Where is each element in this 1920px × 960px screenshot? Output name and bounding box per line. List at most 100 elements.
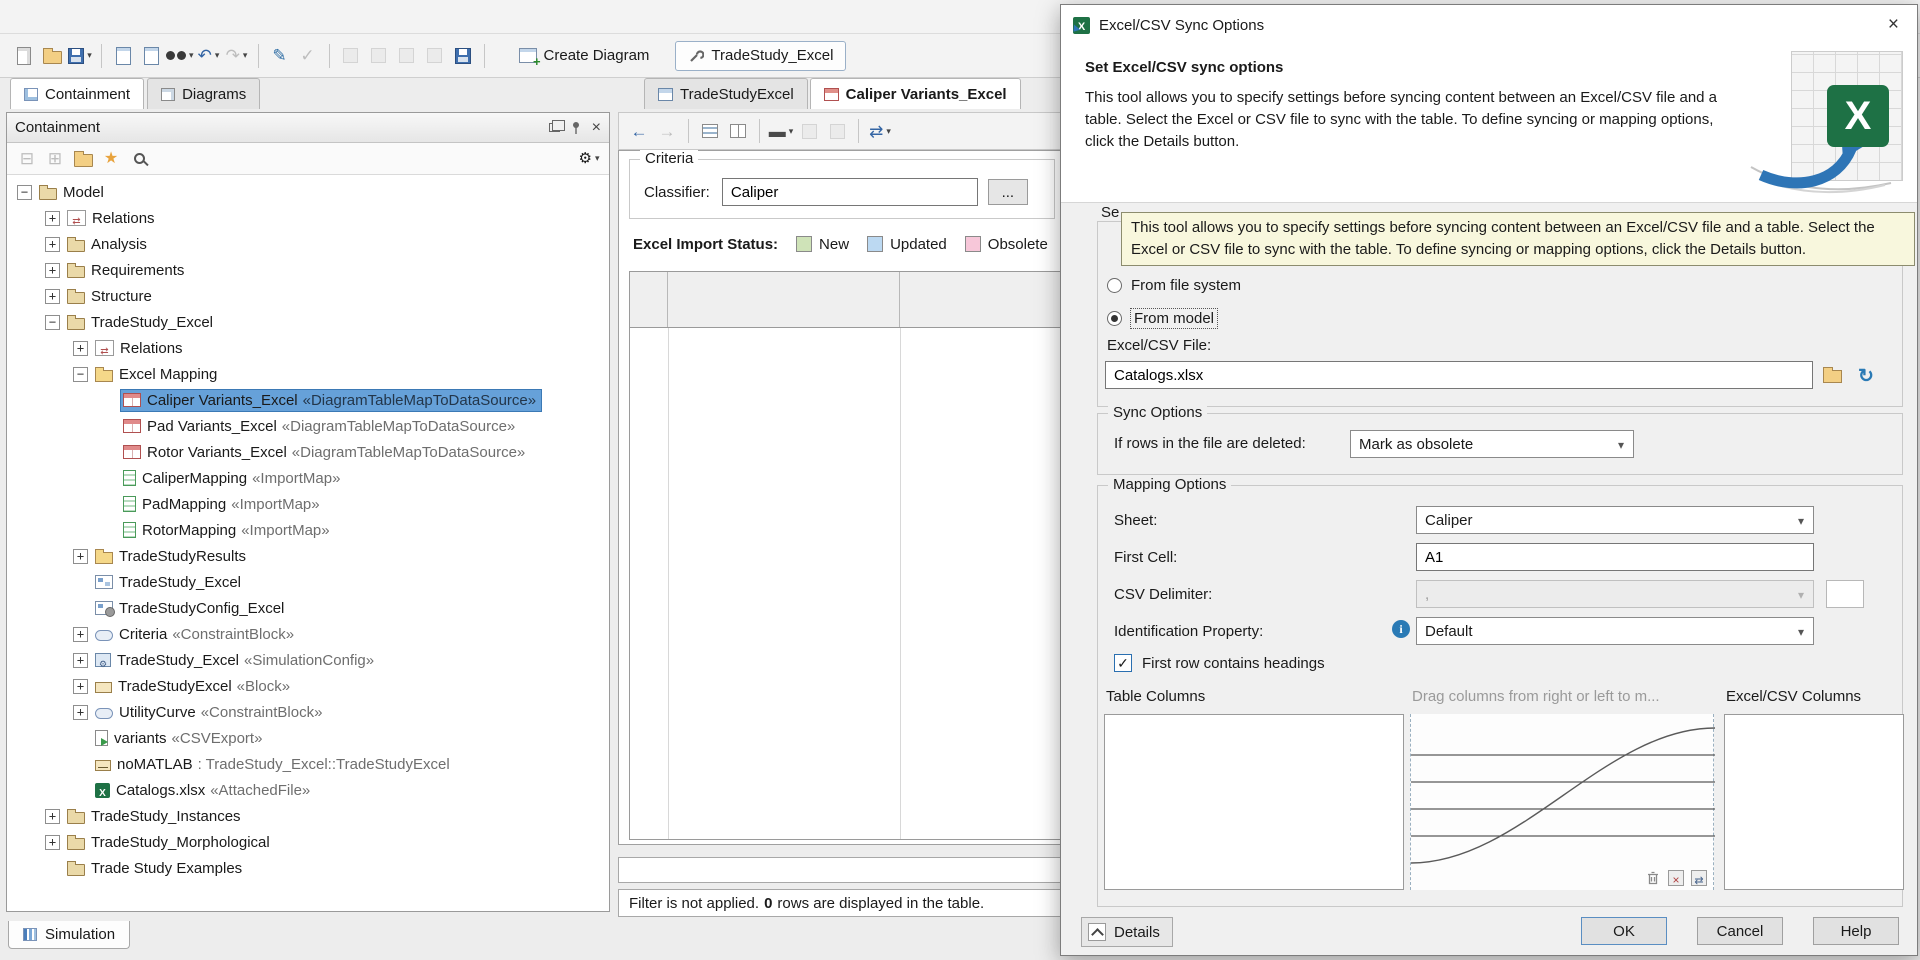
menu-options[interactable]: [144, 13, 170, 21]
tool-icon-1[interactable]: [338, 43, 364, 69]
tree-item[interactable]: Catalogs.xlsx «AttachedFile»: [7, 777, 609, 803]
expander-icon[interactable]: [45, 835, 60, 850]
cancel-button[interactable]: Cancel: [1697, 917, 1783, 945]
sync-table-icon[interactable]: ⇄: [867, 118, 893, 144]
new-project-icon[interactable]: [11, 43, 37, 69]
refresh-file-button[interactable]: [1853, 363, 1879, 389]
tree-item[interactable]: UtilityCurve «ConstraintBlock»: [7, 699, 609, 725]
close-panel-icon[interactable]: ×: [592, 120, 601, 136]
tree-item[interactable]: Pad Variants_Excel «DiagramTableMapToDat…: [7, 413, 609, 439]
tree-item[interactable]: PadMapping «ImportMap»: [7, 491, 609, 517]
tree-item[interactable]: variants «CSVExport»: [7, 725, 609, 751]
table-column-item[interactable]: [1105, 796, 1403, 823]
find-icon[interactable]: [166, 43, 194, 69]
save-all-icon[interactable]: [450, 43, 476, 69]
expander-icon[interactable]: [45, 289, 60, 304]
expander-icon[interactable]: [73, 549, 88, 564]
tree-item[interactable]: noMATLAB : TradeStudy_Excel::TradeStudyE…: [7, 751, 609, 777]
table-column-item[interactable]: [1105, 850, 1403, 877]
excel-column-item[interactable]: [1725, 742, 1903, 769]
open-project-icon[interactable]: [39, 43, 65, 69]
tab-diagrams[interactable]: Diagrams: [147, 78, 260, 109]
menu-layout[interactable]: [92, 13, 118, 21]
table-column-item[interactable]: [1105, 715, 1403, 742]
tab-caliper-variants[interactable]: Caliper Variants_Excel: [810, 78, 1021, 109]
print-icon[interactable]: [138, 43, 164, 69]
auto-map-columns-icon[interactable]: [1691, 870, 1707, 886]
classifier-browse-button[interactable]: ...: [988, 179, 1028, 205]
show-columns-icon[interactable]: [725, 118, 751, 144]
expander-icon[interactable]: [73, 367, 88, 382]
tree-item[interactable]: Analysis: [7, 231, 609, 257]
rows-deleted-select[interactable]: Mark as obsolete: [1350, 430, 1634, 458]
expander-icon[interactable]: [45, 211, 60, 226]
menu-window[interactable]: [248, 13, 274, 21]
table-column-header[interactable]: [900, 272, 1068, 327]
expander-icon[interactable]: [45, 237, 60, 252]
tool-icon-4[interactable]: [422, 43, 448, 69]
simulation-bottom-tab[interactable]: Simulation: [8, 921, 130, 949]
active-diagram-tab[interactable]: TradeStudy_Excel: [675, 41, 846, 71]
tree-item[interactable]: TradeStudyResults: [7, 543, 609, 569]
from-model-radio[interactable]: [1107, 311, 1122, 326]
excel-csv-file-input[interactable]: [1105, 361, 1813, 389]
browse-file-button[interactable]: [1819, 363, 1845, 389]
menu-tools[interactable]: [170, 13, 196, 21]
tree-item[interactable]: Caliper Variants_Excel «DiagramTableMapT…: [7, 387, 609, 413]
collapse-all-icon[interactable]: ⊟: [14, 146, 40, 172]
expander-icon[interactable]: [45, 263, 60, 278]
details-toggle-button[interactable]: Details: [1081, 917, 1173, 947]
tree-item[interactable]: Trade Study Examples: [7, 855, 609, 881]
close-icon[interactable]: ×: [1882, 14, 1905, 36]
menu-analyze[interactable]: [196, 13, 222, 21]
tree-item[interactable]: TradeStudy_Instances: [7, 803, 609, 829]
tree-item[interactable]: TradeStudy_Excel: [7, 309, 609, 335]
tree-item[interactable]: TradeStudyConfig_Excel: [7, 595, 609, 621]
delete-mapping-icon[interactable]: [1645, 870, 1661, 886]
table-column-item[interactable]: [1105, 823, 1403, 850]
tab-containment[interactable]: Containment: [10, 78, 144, 109]
table-column-item[interactable]: [1105, 742, 1403, 769]
tree-item[interactable]: CaliperMapping «ImportMap»: [7, 465, 609, 491]
create-diagram-button[interactable]: Create Diagram: [506, 41, 663, 71]
undo-icon[interactable]: ↶: [196, 43, 222, 69]
tree-item[interactable]: Criteria «ConstraintBlock»: [7, 621, 609, 647]
expander-icon[interactable]: [17, 185, 32, 200]
menu-diagrams[interactable]: [118, 13, 144, 21]
expander-icon[interactable]: [73, 627, 88, 642]
tree-item[interactable]: TradeStudy_Morphological: [7, 829, 609, 855]
table-column-item[interactable]: [1105, 769, 1403, 796]
expander-icon[interactable]: [73, 341, 88, 356]
tool-icon-3[interactable]: [394, 43, 420, 69]
tree-item[interactable]: RotorMapping «ImportMap»: [7, 517, 609, 543]
tree-item[interactable]: Rotor Variants_Excel «DiagramTableMapToD…: [7, 439, 609, 465]
delete-column-icon[interactable]: [824, 118, 850, 144]
pin-icon[interactable]: [570, 121, 582, 135]
show-containment-icon[interactable]: [697, 118, 723, 144]
identification-property-select[interactable]: Default: [1416, 617, 1814, 645]
help-button[interactable]: Help: [1813, 917, 1899, 945]
remove-all-mappings-icon[interactable]: [1668, 870, 1684, 886]
menu-view[interactable]: [66, 13, 92, 21]
ok-button[interactable]: OK: [1581, 917, 1667, 945]
tree-item[interactable]: TradeStudy_Excel: [7, 569, 609, 595]
table-column-header[interactable]: [668, 272, 900, 327]
table-body[interactable]: [630, 328, 1068, 839]
panel-settings-button[interactable]: ⚙: [576, 146, 602, 172]
tree-item[interactable]: Requirements: [7, 257, 609, 283]
menu-help[interactable]: [274, 13, 300, 21]
first-row-headings-checkbox[interactable]: [1114, 654, 1132, 672]
redo-icon[interactable]: ↷: [224, 43, 250, 69]
menu-file[interactable]: [14, 13, 40, 21]
open-in-new-tree-icon[interactable]: [70, 146, 96, 172]
save-project-icon[interactable]: [67, 43, 93, 69]
search-icon[interactable]: [126, 146, 152, 172]
line-width-icon[interactable]: ▬: [768, 118, 794, 144]
mapping-drag-area[interactable]: [1410, 714, 1714, 890]
favorites-icon[interactable]: ★: [98, 146, 124, 172]
forward-icon[interactable]: →: [654, 118, 680, 144]
dialog-title-bar[interactable]: Excel/CSV Sync Options ×: [1061, 5, 1917, 45]
excel-column-item[interactable]: [1725, 796, 1903, 823]
tree-item[interactable]: TradeStudy_Excel «SimulationConfig»: [7, 647, 609, 673]
tree-item[interactable]: TradeStudyExcel «Block»: [7, 673, 609, 699]
